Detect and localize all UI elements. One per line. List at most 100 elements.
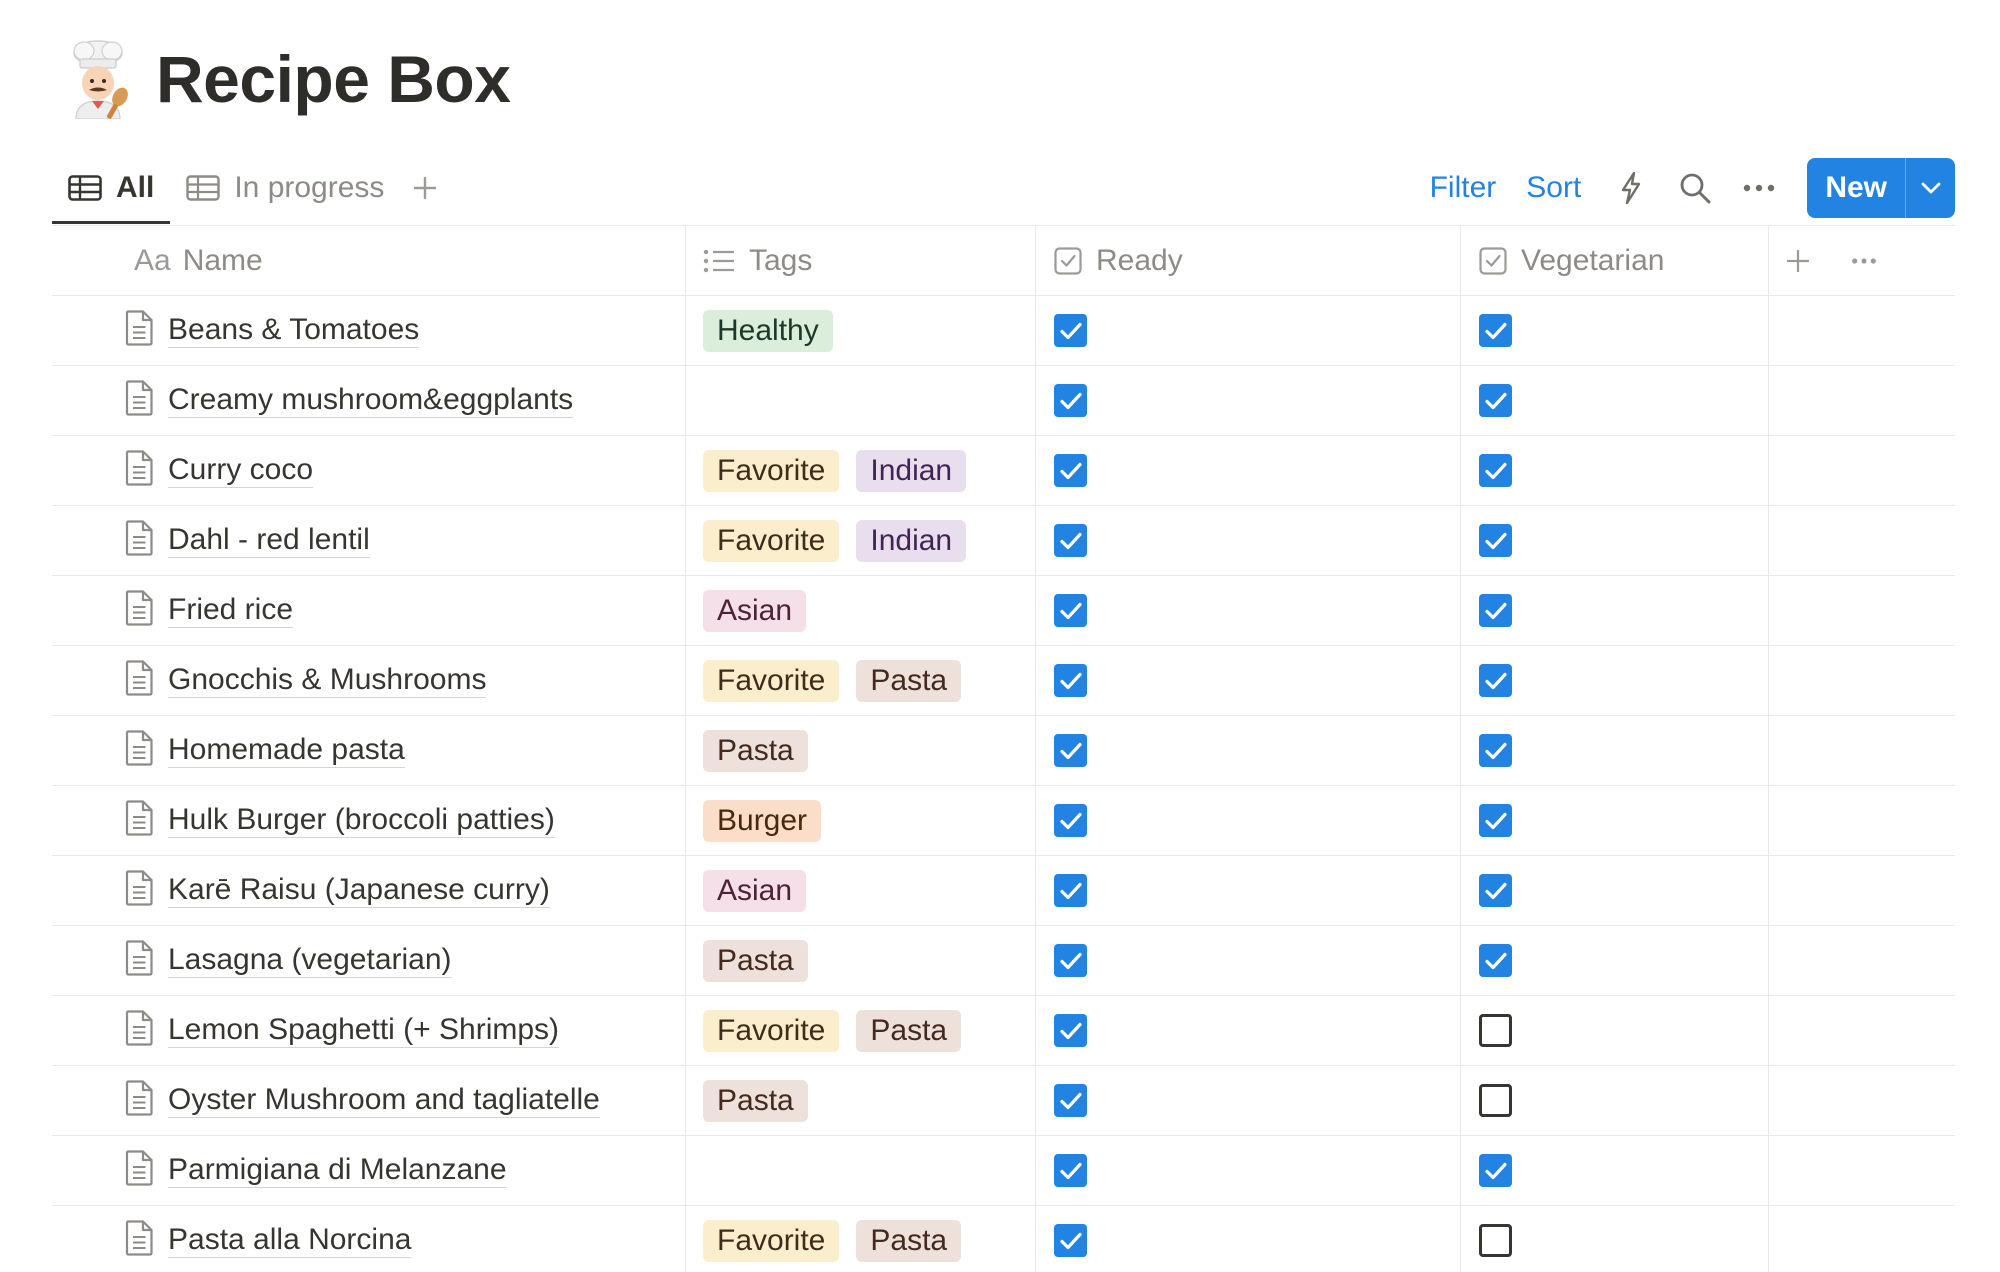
ready-checkbox[interactable] <box>1054 314 1087 347</box>
vegetarian-checkbox[interactable] <box>1479 314 1512 347</box>
sort-button[interactable]: Sort <box>1526 171 1581 205</box>
ready-checkbox[interactable] <box>1054 594 1087 627</box>
new-button[interactable]: New <box>1807 158 1905 218</box>
table-row[interactable]: Lasagna (vegetarian) Pasta <box>52 926 1955 996</box>
tags-cell[interactable]: Favorite Pasta <box>686 1206 1036 1272</box>
name-cell[interactable]: Homemade pasta <box>52 716 686 785</box>
name-cell[interactable]: Beans & Tomatoes <box>52 296 686 365</box>
ready-checkbox[interactable] <box>1054 454 1087 487</box>
tab-in-progress[interactable]: In progress <box>170 152 400 224</box>
table-row[interactable]: Beans & Tomatoes Healthy <box>52 296 1955 366</box>
more-options-button[interactable] <box>1739 168 1779 208</box>
tags-cell[interactable]: Pasta <box>686 1066 1036 1135</box>
filter-button[interactable]: Filter <box>1430 171 1497 205</box>
recipe-name-link[interactable]: Karē Raisu (Japanese curry) <box>168 873 550 908</box>
ready-checkbox[interactable] <box>1054 664 1087 697</box>
recipe-name-link[interactable]: Homemade pasta <box>168 733 405 768</box>
name-cell[interactable]: Hulk Burger (broccoli patties) <box>52 786 686 855</box>
tags-cell[interactable]: Pasta <box>686 926 1036 995</box>
vegetarian-checkbox[interactable] <box>1479 1084 1512 1117</box>
table-row[interactable]: Lemon Spaghetti (+ Shrimps) Favorite Pasta <box>52 996 1955 1066</box>
tags-cell[interactable]: Favorite Pasta <box>686 646 1036 715</box>
vegetarian-checkbox[interactable] <box>1479 1224 1512 1257</box>
recipe-name-link[interactable]: Creamy mushroom&eggplants <box>168 383 574 418</box>
vegetarian-checkbox[interactable] <box>1479 1154 1512 1187</box>
column-header-ready[interactable]: Ready <box>1036 226 1461 295</box>
name-cell[interactable]: Fried rice <box>52 576 686 645</box>
recipe-name-link[interactable]: Oyster Mushroom and tagliatelle <box>168 1083 600 1118</box>
tags-cell[interactable]: Asian <box>686 856 1036 925</box>
recipe-name-link[interactable]: Lasagna (vegetarian) <box>168 943 452 978</box>
recipe-name-link[interactable]: Pasta alla Norcina <box>168 1223 412 1258</box>
vegetarian-checkbox[interactable] <box>1479 1014 1512 1047</box>
tags-cell[interactable]: Pasta <box>686 716 1036 785</box>
tab-all[interactable]: All <box>52 152 171 224</box>
property-options-button[interactable] <box>1851 241 1891 281</box>
name-cell[interactable]: Lasagna (vegetarian) <box>52 926 686 995</box>
tags-cell[interactable]: Favorite Indian <box>686 506 1036 575</box>
name-cell[interactable]: Creamy mushroom&eggplants <box>52 366 686 435</box>
ready-checkbox[interactable] <box>1054 384 1087 417</box>
ready-checkbox[interactable] <box>1054 804 1087 837</box>
table-row[interactable]: Fried rice Asian <box>52 576 1955 646</box>
ready-checkbox[interactable] <box>1054 1014 1087 1047</box>
ready-checkbox[interactable] <box>1054 944 1087 977</box>
column-header-tags[interactable]: Tags <box>686 226 1036 295</box>
tags-cell[interactable]: Favorite Indian <box>686 436 1036 505</box>
vegetarian-checkbox[interactable] <box>1479 874 1512 907</box>
tags-cell[interactable]: Healthy <box>686 296 1036 365</box>
table-row[interactable]: Curry coco Favorite Indian <box>52 436 1955 506</box>
ready-checkbox[interactable] <box>1054 874 1087 907</box>
vegetarian-checkbox[interactable] <box>1479 594 1512 627</box>
table-row[interactable]: Creamy mushroom&eggplants <box>52 366 1955 436</box>
ready-checkbox[interactable] <box>1054 524 1087 557</box>
vegetarian-checkbox[interactable] <box>1479 524 1512 557</box>
recipe-name-link[interactable]: Lemon Spaghetti (+ Shrimps) <box>168 1013 560 1048</box>
table-row[interactable]: Pasta alla Norcina Favorite Pasta <box>52 1206 1955 1272</box>
chef-emoji-icon[interactable] <box>62 39 134 120</box>
vegetarian-checkbox[interactable] <box>1479 664 1512 697</box>
tags-cell[interactable] <box>686 1136 1036 1205</box>
ready-checkbox[interactable] <box>1054 1154 1087 1187</box>
table-row[interactable]: Homemade pasta Pasta <box>52 716 1955 786</box>
recipe-name-link[interactable]: Hulk Burger (broccoli patties) <box>168 803 555 838</box>
table-row[interactable]: Gnocchis & Mushrooms Favorite Pasta <box>52 646 1955 716</box>
recipe-name-link[interactable]: Fried rice <box>168 593 294 628</box>
name-cell[interactable]: Dahl - red lentil <box>52 506 686 575</box>
tags-cell[interactable] <box>686 366 1036 435</box>
recipe-name-link[interactable]: Dahl - red lentil <box>168 523 370 558</box>
recipe-name-link[interactable]: Curry coco <box>168 453 314 488</box>
tags-cell[interactable]: Favorite Pasta <box>686 996 1036 1065</box>
vegetarian-checkbox[interactable] <box>1479 384 1512 417</box>
name-cell[interactable]: Lemon Spaghetti (+ Shrimps) <box>52 996 686 1065</box>
new-dropdown-button[interactable] <box>1905 158 1955 218</box>
table-row[interactable]: Karē Raisu (Japanese curry) Asian <box>52 856 1955 926</box>
column-header-vegetarian[interactable]: Vegetarian <box>1461 226 1769 295</box>
recipe-name-link[interactable]: Beans & Tomatoes <box>168 313 420 348</box>
vegetarian-checkbox[interactable] <box>1479 734 1512 767</box>
table-row[interactable]: Dahl - red lentil Favorite Indian <box>52 506 1955 576</box>
vegetarian-checkbox[interactable] <box>1479 454 1512 487</box>
table-row[interactable]: Hulk Burger (broccoli patties) Burger <box>52 786 1955 856</box>
ready-checkbox[interactable] <box>1054 1224 1087 1257</box>
column-header-name[interactable]: Aa Name <box>52 226 686 295</box>
vegetarian-checkbox[interactable] <box>1479 804 1512 837</box>
tags-cell[interactable]: Burger <box>686 786 1036 855</box>
recipe-name-link[interactable]: Parmigiana di Melanzane <box>168 1153 507 1188</box>
name-cell[interactable]: Oyster Mushroom and tagliatelle <box>52 1066 686 1135</box>
vegetarian-checkbox[interactable] <box>1479 944 1512 977</box>
table-row[interactable]: Oyster Mushroom and tagliatelle Pasta <box>52 1066 1955 1136</box>
add-view-button[interactable] <box>400 152 450 224</box>
name-cell[interactable]: Gnocchis & Mushrooms <box>52 646 686 715</box>
ready-checkbox[interactable] <box>1054 1084 1087 1117</box>
name-cell[interactable]: Karē Raisu (Japanese curry) <box>52 856 686 925</box>
table-row[interactable]: Parmigiana di Melanzane <box>52 1136 1955 1206</box>
name-cell[interactable]: Pasta alla Norcina <box>52 1206 686 1272</box>
name-cell[interactable]: Parmigiana di Melanzane <box>52 1136 686 1205</box>
search-button[interactable] <box>1675 168 1715 208</box>
automation-button[interactable] <box>1611 168 1651 208</box>
ready-checkbox[interactable] <box>1054 734 1087 767</box>
name-cell[interactable]: Curry coco <box>52 436 686 505</box>
add-property-button[interactable] <box>1785 241 1825 281</box>
recipe-name-link[interactable]: Gnocchis & Mushrooms <box>168 663 487 698</box>
